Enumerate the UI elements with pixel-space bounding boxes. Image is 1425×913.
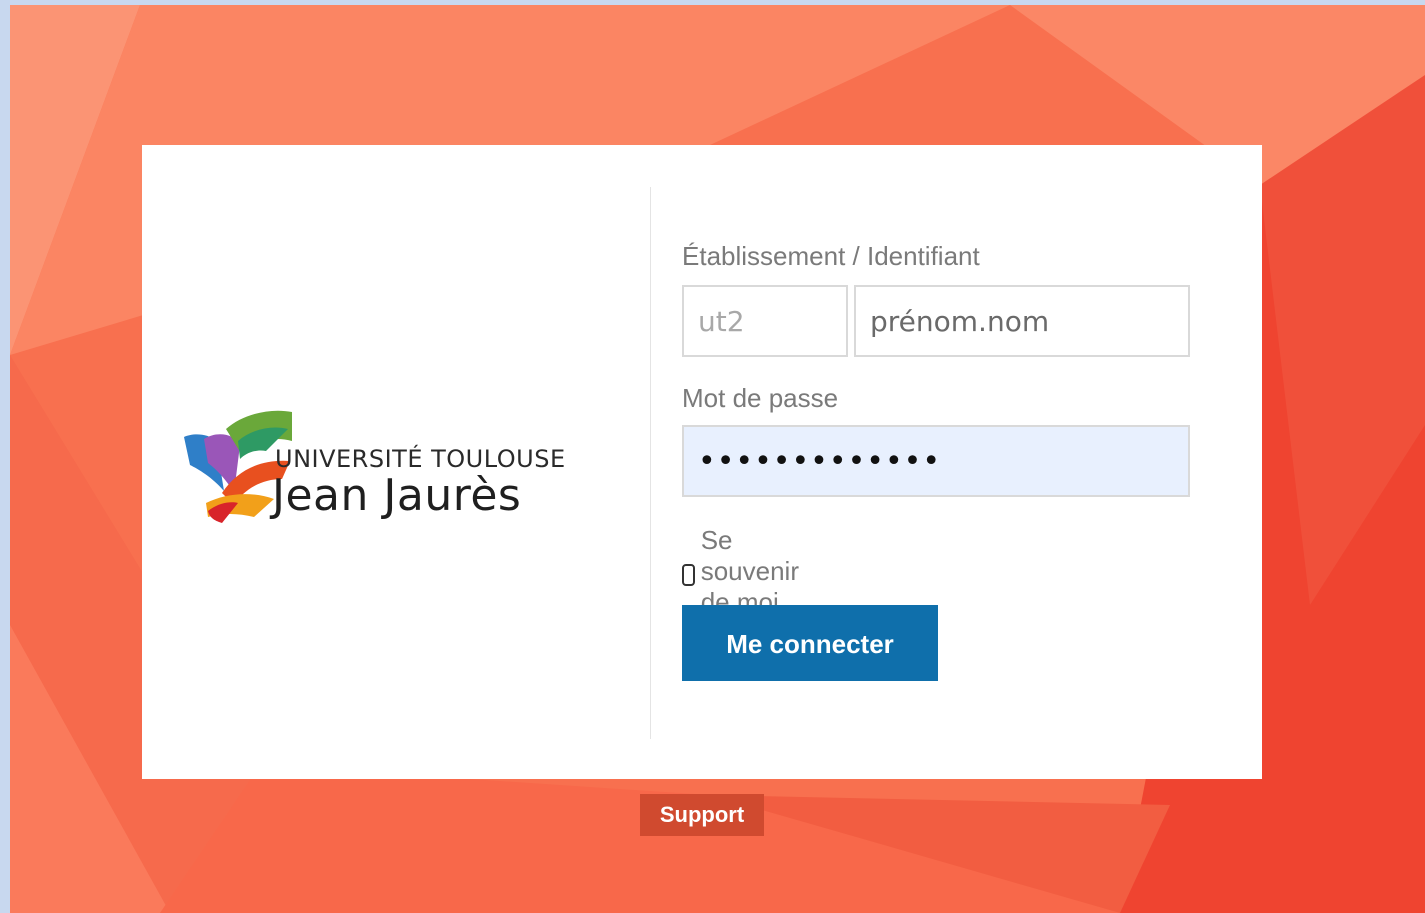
logo-jean-jaures-text: Jean Jaurès — [272, 470, 522, 521]
remember-checkbox[interactable] — [682, 563, 695, 586]
logo-university-text: UNIVERSITÉ TOULOUSE — [275, 445, 566, 473]
login-button[interactable]: Me connecter — [682, 605, 938, 681]
card-divider — [650, 187, 651, 739]
password-label: Mot de passe — [682, 383, 839, 413]
identifier-label: Établissement / Identifiant — [682, 241, 980, 271]
support-button[interactable]: Support — [640, 794, 764, 836]
login-card: UNIVERSITÉ TOULOUSE Jean Jaurès Établiss… — [142, 145, 1262, 779]
page-background: UNIVERSITÉ TOULOUSE Jean Jaurès Établiss… — [10, 5, 1425, 913]
establishment-input[interactable] — [682, 285, 848, 357]
identifier-input[interactable] — [854, 285, 1190, 357]
password-input[interactable] — [682, 425, 1190, 497]
university-logo: UNIVERSITÉ TOULOUSE Jean Jaurès — [182, 407, 632, 527]
